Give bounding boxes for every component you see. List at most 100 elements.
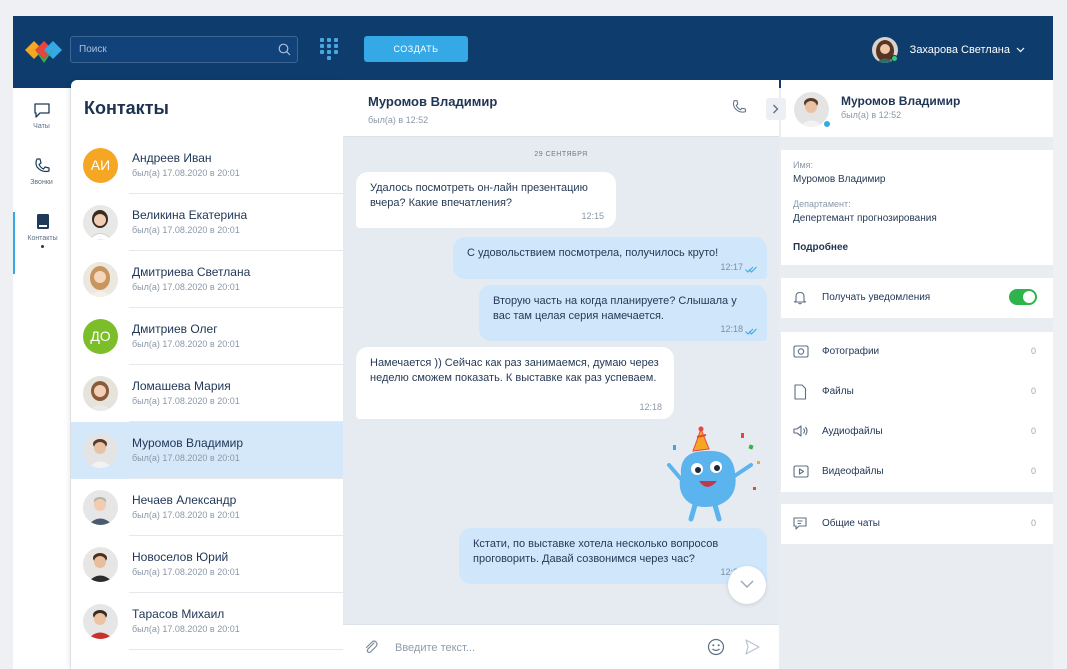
message-text: Удалось посмотреть он-лайн презентацию в…: [370, 182, 588, 209]
name-value: Муромов Владимир: [793, 174, 886, 185]
chat-contact-name: Муромов Владимир: [368, 94, 498, 109]
nav-item-chats[interactable]: Чаты: [13, 100, 70, 154]
nav-item-label: Контакты: [27, 235, 58, 242]
party-monster-sticker[interactable]: [661, 425, 771, 525]
info-last-seen: был(а) в 12:52: [841, 110, 902, 120]
contact-item[interactable]: Нечаев Александр был(а) 17.08.2020 в 20:…: [71, 479, 343, 536]
media-row-files[interactable]: Файлы 0: [781, 372, 1053, 412]
contact-name: Ломашева Мария: [132, 379, 231, 393]
media-row-count: 0: [1030, 426, 1036, 436]
contact-last-seen: был(а) 17.08.2020 в 20:01: [132, 282, 240, 292]
active-indicator: [41, 245, 44, 248]
more-details-link[interactable]: Подробнее: [793, 242, 848, 253]
contact-avatar: ДО: [83, 319, 118, 354]
top-bar: Поиск СОЗДАТЬ Захарова Светлана: [13, 16, 1053, 88]
info-details-card: Имя: Муромов Владимир Департамент: Депер…: [781, 150, 1053, 265]
emoji-icon[interactable]: [707, 638, 725, 656]
contacts-book-icon: [36, 214, 49, 229]
media-row-audio[interactable]: Аудиофайлы 0: [781, 412, 1053, 452]
chevron-down-icon[interactable]: [1016, 47, 1025, 53]
photo-icon: [793, 345, 809, 358]
date-separator: 29 СЕНТЯБРЯ: [534, 151, 588, 158]
attach-icon[interactable]: [363, 639, 379, 655]
collapse-panel-button[interactable]: [766, 98, 786, 120]
contact-info-panel: Муромов Владимир был(а) в 12:52 Имя: Мур…: [781, 80, 1053, 669]
chat-last-seen: был(а) в 12:52: [368, 115, 429, 125]
create-button[interactable]: СОЗДАТЬ: [364, 36, 468, 62]
message-time: 12:15: [581, 211, 604, 221]
message-input[interactable]: [395, 639, 695, 657]
apps-grid-icon[interactable]: [320, 38, 340, 60]
online-status-dot: [823, 120, 831, 128]
chat-group-icon: [793, 517, 807, 530]
contact-item[interactable]: Новоселов Юрий был(а) 17.08.2020 в 20:01: [71, 536, 343, 593]
online-status-dot: [890, 55, 898, 62]
send-icon[interactable]: [743, 638, 761, 656]
phone-icon: [34, 158, 50, 173]
common-chats-label: Общие чаты: [822, 518, 880, 529]
media-row-count: 0: [1030, 466, 1036, 476]
contact-item[interactable]: Великина Екатерина был(а) 17.08.2020 в 2…: [71, 194, 343, 251]
scroll-down-button[interactable]: [728, 566, 766, 604]
contact-avatar: АИ: [83, 148, 118, 183]
file-icon: [794, 384, 807, 400]
message-text: С удовольствием посмотрела, получилось к…: [467, 247, 719, 259]
read-check-icon: [745, 328, 757, 335]
phone-call-icon[interactable]: [731, 99, 747, 115]
contact-last-seen: был(а) 17.08.2020 в 20:01: [132, 225, 240, 235]
app-logo[interactable]: [25, 36, 63, 64]
contacts-panel: Контакты АИ Андреев Иван был(а) 17.08.20…: [71, 80, 343, 669]
media-row-label: Файлы: [822, 386, 854, 397]
notifications-label: Получать уведомления: [822, 292, 931, 303]
user-menu[interactable]: Захарова Светлана: [871, 36, 1025, 64]
media-row-label: Аудиофайлы: [822, 426, 883, 437]
contact-last-seen: был(а) 17.08.2020 в 20:01: [132, 567, 240, 577]
nav-item-calls[interactable]: Звонки: [13, 156, 70, 210]
contact-avatar: [83, 604, 118, 639]
contact-avatar: [83, 376, 118, 411]
media-row-label: Видеофайлы: [822, 466, 884, 477]
name-label: Имя:: [793, 160, 814, 170]
media-row-video[interactable]: Видеофайлы 0: [781, 452, 1053, 492]
contact-item[interactable]: Тарасов Михаил был(а) 17.08.2020 в 20:01: [71, 593, 343, 650]
contact-last-seen: был(а) 17.08.2020 в 20:01: [132, 339, 240, 349]
message-time: 12:17: [720, 262, 743, 272]
message-text: Намечается )) Сейчас как раз занимаемся,…: [370, 357, 659, 384]
chat-header: Муромов Владимир был(а) в 12:52: [343, 80, 779, 137]
contacts-title: Контакты: [84, 98, 169, 118]
message-time: 12:18: [720, 324, 743, 334]
contact-name: Великина Екатерина: [132, 208, 248, 222]
search-field[interactable]: Поиск: [70, 36, 298, 63]
message-incoming[interactable]: Удалось посмотреть он-лайн презентацию в…: [356, 172, 616, 228]
media-card: Фотографии 0 Файлы 0 Аудиофайлы 0 Видеоф…: [781, 332, 1053, 492]
contact-item[interactable]: Дмитриева Светлана был(а) 17.08.2020 в 2…: [71, 251, 343, 308]
contact-name: Тарасов Михаил: [132, 607, 225, 621]
common-chats-row[interactable]: Общие чаты 0: [781, 504, 1053, 544]
message-outgoing[interactable]: Кстати, по выставке хотела несколько воп…: [459, 528, 767, 584]
video-icon: [793, 465, 809, 478]
contact-name: Муромов Владимир: [132, 436, 243, 450]
contact-item[interactable]: ДО Дмитриев Олег был(а) 17.08.2020 в 20:…: [71, 308, 343, 365]
user-name: Захарова Светлана: [909, 44, 1010, 56]
read-check-icon: [745, 266, 757, 273]
contact-avatar: [83, 490, 118, 525]
message-outgoing[interactable]: Вторую часть на когда планируете? Слышал…: [479, 285, 767, 341]
media-row-count: 0: [1030, 346, 1036, 356]
media-row-photos[interactable]: Фотографии 0: [781, 332, 1053, 372]
message-incoming[interactable]: Намечается )) Сейчас как раз занимаемся,…: [356, 347, 674, 419]
contact-item[interactable]: АИ Андреев Иван был(а) 17.08.2020 в 20:0…: [71, 137, 343, 194]
contact-name: Андреев Иван: [132, 151, 212, 165]
contact-name: Нечаев Александр: [132, 493, 237, 507]
contact-avatar: [83, 547, 118, 582]
chevron-right-icon: [773, 104, 779, 114]
contact-last-seen: был(а) 17.08.2020 в 20:01: [132, 624, 240, 634]
nav-item-contacts[interactable]: Контакты: [13, 212, 70, 274]
search-icon[interactable]: [278, 43, 291, 56]
notifications-toggle[interactable]: [1009, 289, 1037, 305]
contact-item[interactable]: Ломашева Мария был(а) 17.08.2020 в 20:01: [71, 365, 343, 422]
department-value: Депертемант прогнозирования: [793, 213, 937, 224]
contact-last-seen: был(а) 17.08.2020 в 20:01: [132, 396, 240, 406]
message-outgoing[interactable]: С удовольствием посмотрела, получилось к…: [453, 237, 767, 279]
chat-panel: Муромов Владимир был(а) в 12:52 29 СЕНТЯ…: [343, 80, 779, 669]
contact-item-selected[interactable]: Муромов Владимир был(а) 17.08.2020 в 20:…: [71, 422, 343, 479]
